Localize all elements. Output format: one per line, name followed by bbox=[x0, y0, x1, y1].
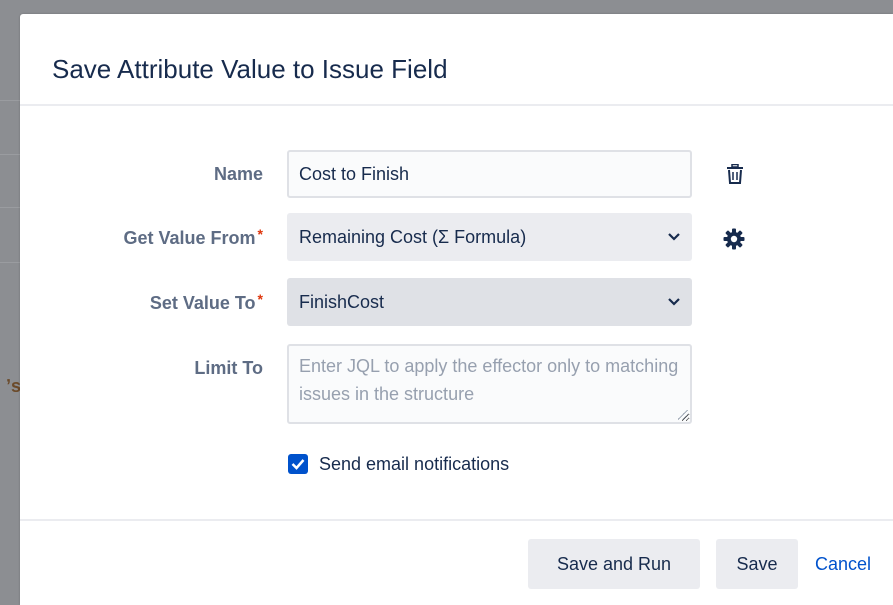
get-value-from-label-text: Get Value From bbox=[123, 228, 256, 248]
send-email-checkbox[interactable] bbox=[288, 454, 308, 474]
background-divider bbox=[0, 100, 20, 101]
trash-icon[interactable] bbox=[726, 163, 744, 189]
chevron-down-icon bbox=[668, 278, 680, 326]
send-email-label[interactable]: Send email notifications bbox=[319, 452, 509, 476]
resize-handle[interactable] bbox=[678, 410, 688, 420]
dialog-header: Save Attribute Value to Issue Field bbox=[20, 14, 893, 106]
set-value-to-label-text: Set Value To bbox=[149, 293, 256, 313]
limit-to-label-text: Limit To bbox=[194, 358, 263, 378]
set-value-to-label: Set Value To * bbox=[149, 291, 263, 314]
limit-to-placeholder: Enter JQL to apply the effector only to … bbox=[299, 356, 679, 404]
get-value-from-label: Get Value From * bbox=[123, 226, 264, 249]
footer-divider bbox=[20, 519, 893, 521]
background-text-fragment: ʼs bbox=[6, 376, 22, 396]
limit-to-label: Limit To bbox=[194, 358, 263, 379]
name-label: Name bbox=[214, 164, 263, 185]
dialog-title: Save Attribute Value to Issue Field bbox=[52, 54, 448, 84]
required-marker: * bbox=[257, 226, 263, 242]
limit-to-textarea[interactable]: Enter JQL to apply the effector only to … bbox=[287, 344, 692, 424]
save-and-run-button[interactable]: Save and Run bbox=[528, 539, 700, 589]
name-label-text: Name bbox=[213, 164, 263, 184]
set-value-to-selected: FinishCost bbox=[299, 292, 385, 312]
required-marker: * bbox=[257, 291, 263, 307]
get-value-from-select[interactable]: Remaining Cost (Σ Formula) bbox=[287, 213, 692, 261]
get-value-from-selected: Remaining Cost (Σ Formula) bbox=[299, 227, 527, 247]
background-divider bbox=[0, 154, 20, 155]
gear-icon[interactable] bbox=[723, 228, 745, 255]
name-input[interactable]: Cost to Finish bbox=[287, 150, 692, 198]
chevron-down-icon bbox=[668, 213, 680, 261]
save-button[interactable]: Save bbox=[716, 539, 798, 589]
checkmark-icon bbox=[291, 459, 305, 470]
cancel-button[interactable]: Cancel bbox=[815, 539, 871, 589]
background-divider bbox=[0, 207, 20, 208]
set-value-to-select[interactable]: FinishCost bbox=[287, 278, 692, 326]
background-divider bbox=[0, 262, 20, 263]
save-attribute-dialog: Save Attribute Value to Issue Field Name… bbox=[20, 14, 893, 605]
